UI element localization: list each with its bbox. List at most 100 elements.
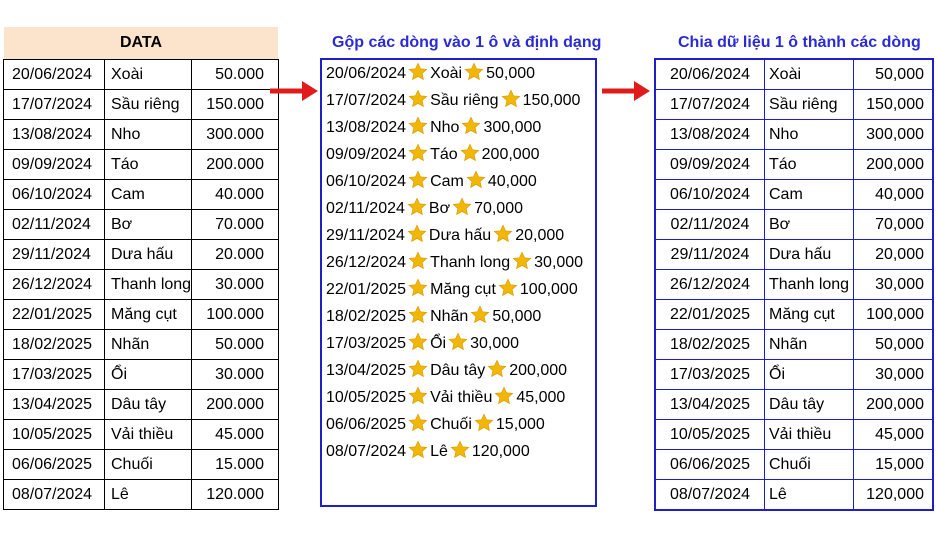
fruit-cell[interactable]: Vải thiều (103, 419, 193, 450)
date-cell[interactable]: 08/07/2024 (654, 479, 765, 511)
amount-cell[interactable]: 50,000 (853, 58, 934, 90)
amount-cell[interactable]: 200,000 (853, 149, 934, 180)
amount-cell[interactable]: 100,000 (853, 299, 934, 330)
date-cell[interactable]: 17/07/2024 (654, 89, 765, 120)
fruit-cell[interactable]: Sầu riêng (764, 89, 854, 120)
fruit-cell[interactable]: Cam (103, 179, 193, 210)
date-cell[interactable]: 20/06/2024 (3, 59, 105, 90)
date-cell[interactable]: 22/01/2025 (3, 299, 105, 330)
amount-cell[interactable]: 40.000 (191, 179, 280, 210)
amount-cell[interactable]: 150.000 (191, 89, 280, 120)
amount-cell[interactable]: 30,000 (853, 359, 934, 390)
fruit-cell[interactable]: Lê (103, 479, 193, 510)
amount-cell[interactable]: 200.000 (191, 389, 280, 420)
fruit-cell[interactable]: Nhãn (764, 329, 854, 360)
fruit-cell[interactable]: Măng cụt (764, 299, 854, 330)
date-cell[interactable]: 20/06/2024 (654, 58, 765, 90)
merged-line: 06/10/2024 Cam 40,000 (326, 168, 537, 195)
date-cell[interactable]: 26/12/2024 (3, 269, 105, 300)
amount-cell[interactable]: 30.000 (191, 359, 280, 390)
date-text: 10/05/2025 (326, 389, 407, 406)
date-cell[interactable]: 09/09/2024 (654, 149, 765, 180)
fruit-cell[interactable]: Nhãn (103, 329, 193, 360)
amount-cell[interactable]: 200,000 (853, 389, 934, 420)
fruit-cell[interactable]: Táo (764, 149, 854, 180)
fruit-cell[interactable]: Xoài (764, 58, 854, 90)
amount-cell[interactable]: 30,000 (853, 269, 934, 300)
fruit-cell[interactable]: Táo (103, 149, 193, 180)
fruit-cell[interactable]: Bơ (764, 209, 854, 240)
date-cell[interactable]: 06/10/2024 (654, 179, 765, 210)
amount-cell[interactable]: 40,000 (853, 179, 934, 210)
fruit-cell[interactable]: Vải thiều (764, 419, 854, 450)
amount-cell[interactable]: 45.000 (191, 419, 280, 450)
fruit-cell[interactable]: Dưa hấu (103, 239, 193, 270)
date-cell[interactable]: 13/04/2025 (3, 389, 105, 420)
amount-cell[interactable]: 15.000 (191, 449, 280, 480)
fruit-cell[interactable]: Cam (764, 179, 854, 210)
fruit-cell[interactable]: Ổi (103, 359, 193, 390)
fruit-cell[interactable]: Bơ (103, 209, 193, 240)
amount-cell[interactable]: 20.000 (191, 239, 280, 270)
fruit-cell[interactable]: Xoài (103, 59, 193, 90)
fruit-cell[interactable]: Nho (764, 119, 854, 150)
date-cell[interactable]: 08/07/2024 (3, 479, 105, 510)
date-cell[interactable]: 13/04/2025 (654, 389, 765, 420)
fruit-cell[interactable]: Sầu riêng (103, 89, 193, 120)
date-cell[interactable]: 22/01/2025 (654, 299, 765, 330)
fruit-cell[interactable]: Dâu tây (103, 389, 193, 420)
table-row: 08/07/2024 Lê 120.000 (3, 479, 280, 510)
fruit-cell[interactable]: Dưa hấu (764, 239, 854, 270)
amount-cell[interactable]: 20,000 (853, 239, 934, 270)
fruit-cell[interactable]: Chuối (103, 449, 193, 480)
date-cell[interactable]: 13/08/2024 (3, 119, 105, 150)
date-cell[interactable]: 06/06/2025 (654, 449, 765, 480)
amount-cell[interactable]: 70,000 (853, 209, 934, 240)
date-cell[interactable]: 09/09/2024 (3, 149, 105, 180)
fruit-cell[interactable]: Dâu tây (764, 389, 854, 420)
date-cell[interactable]: 06/06/2025 (3, 449, 105, 480)
amount-cell[interactable]: 120,000 (853, 479, 934, 511)
star-icon (512, 251, 532, 271)
fruit-cell[interactable]: Lê (764, 479, 854, 511)
star-icon (450, 440, 470, 460)
date-cell[interactable]: 18/02/2025 (3, 329, 105, 360)
date-cell[interactable]: 17/03/2025 (654, 359, 765, 390)
amount-cell[interactable]: 300,000 (853, 119, 934, 150)
amount-cell[interactable]: 50,000 (853, 329, 934, 360)
amount-cell[interactable]: 200.000 (191, 149, 280, 180)
amount-cell[interactable]: 50.000 (191, 59, 280, 90)
table-row: 26/12/2024 Thanh long 30,000 (654, 269, 934, 300)
table-row: 13/04/2025 Dâu tây 200,000 (654, 389, 934, 420)
date-cell[interactable]: 06/10/2024 (3, 179, 105, 210)
date-cell[interactable]: 10/05/2025 (654, 419, 765, 450)
fruit-cell[interactable]: Nho (103, 119, 193, 150)
date-cell[interactable]: 18/02/2025 (654, 329, 765, 360)
amount-cell[interactable]: 150,000 (853, 89, 934, 120)
amount-cell[interactable]: 15,000 (853, 449, 934, 480)
fruit-cell[interactable]: Chuối (764, 449, 854, 480)
fruit-cell[interactable]: Thanh long (103, 269, 193, 300)
star-icon (408, 359, 428, 379)
amount-cell[interactable]: 50.000 (191, 329, 280, 360)
fruit-cell[interactable]: Măng cụt (103, 299, 193, 330)
star-icon (408, 305, 428, 325)
date-cell[interactable]: 02/11/2024 (654, 209, 765, 240)
amount-cell[interactable]: 300.000 (191, 119, 280, 150)
date-cell[interactable]: 17/03/2025 (3, 359, 105, 390)
date-cell[interactable]: 13/08/2024 (654, 119, 765, 150)
amount-cell[interactable]: 30.000 (191, 269, 280, 300)
fruit-cell[interactable]: Ổi (764, 359, 854, 390)
date-text: 18/02/2025 (326, 308, 407, 325)
date-cell[interactable]: 29/11/2024 (3, 239, 105, 270)
date-cell[interactable]: 17/07/2024 (3, 89, 105, 120)
date-cell[interactable]: 10/05/2025 (3, 419, 105, 450)
amount-cell[interactable]: 70.000 (191, 209, 280, 240)
fruit-cell[interactable]: Thanh long (764, 269, 854, 300)
amount-cell[interactable]: 100.000 (191, 299, 280, 330)
date-cell[interactable]: 02/11/2024 (3, 209, 105, 240)
date-cell[interactable]: 26/12/2024 (654, 269, 765, 300)
amount-cell[interactable]: 45,000 (853, 419, 934, 450)
date-cell[interactable]: 29/11/2024 (654, 239, 765, 270)
amount-cell[interactable]: 120.000 (191, 479, 280, 510)
